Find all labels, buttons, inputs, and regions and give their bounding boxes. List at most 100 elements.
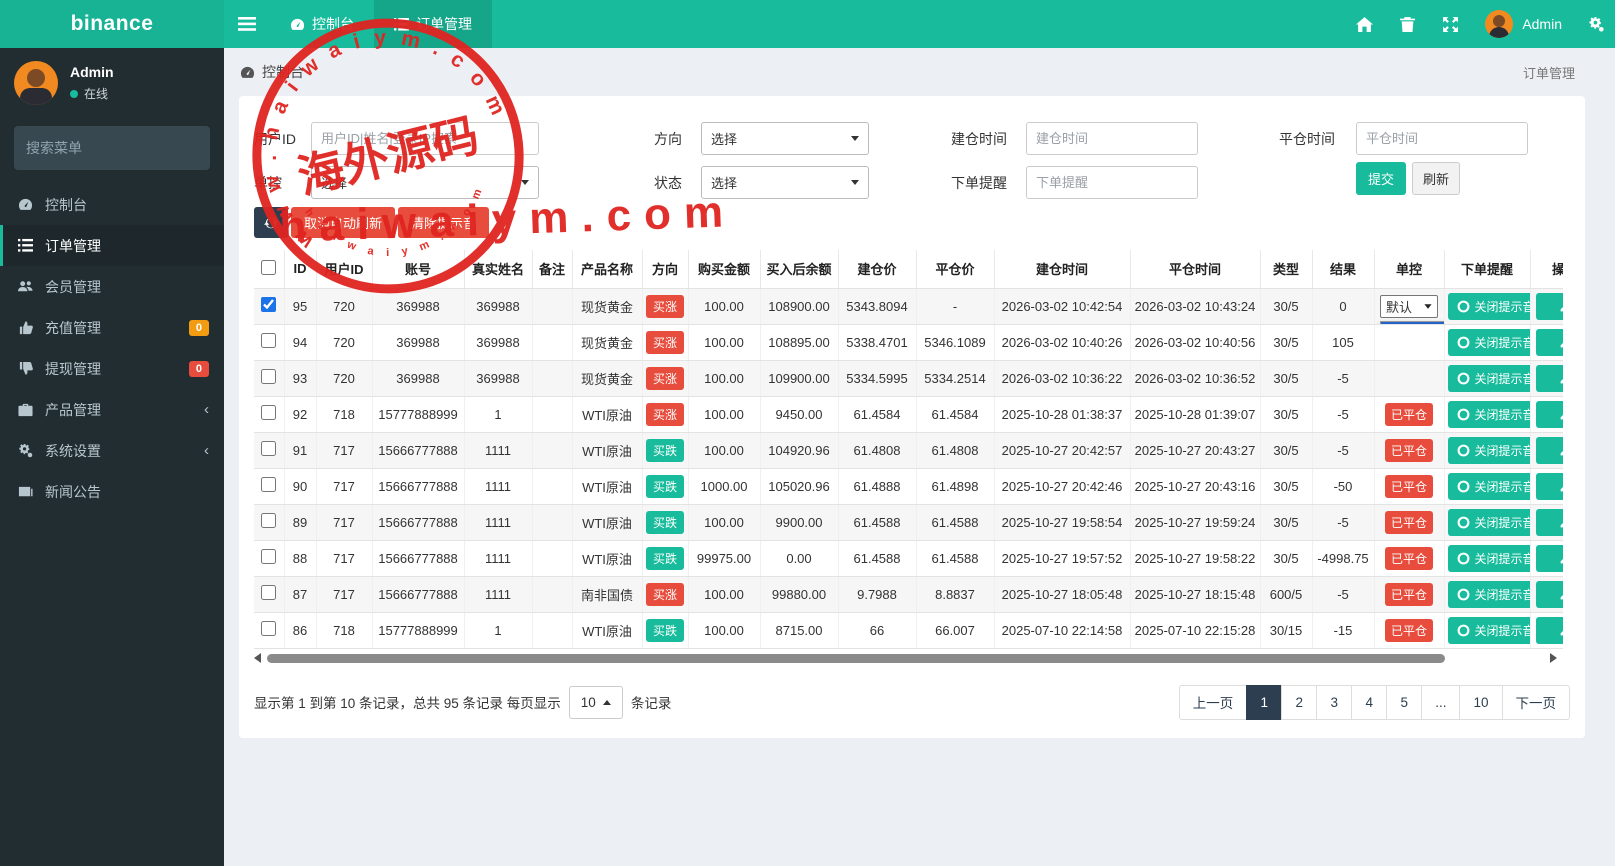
page-button-3[interactable]: 3	[1316, 684, 1353, 720]
filter-form: 用户ID 单控 选择 方向 选择 状态 选择 建仓时间 下单提醒 平仓时间 提交…	[254, 109, 1570, 201]
horizontal-scrollbar[interactable]	[254, 652, 1563, 665]
submit-button[interactable]: 提交	[1356, 162, 1406, 195]
settings-gears-icon[interactable]	[1588, 16, 1605, 33]
control-select[interactable]: 选择	[311, 166, 539, 199]
userid-search-input[interactable]	[311, 122, 539, 155]
breadcrumb[interactable]: 控制台	[240, 62, 304, 82]
edit-order-button[interactable]	[1536, 364, 1563, 392]
page-size-select[interactable]: 10	[568, 685, 623, 719]
edit-order-button[interactable]	[1536, 400, 1563, 428]
cell-product: 现货黄金	[572, 360, 643, 397]
scrollbar-thumb[interactable]	[267, 653, 1445, 663]
page-button-...[interactable]: ...	[1421, 684, 1461, 720]
clear-sound-button[interactable]: 清除提示音	[398, 207, 490, 238]
cell-after: 9450.00	[760, 396, 839, 433]
opentime-input[interactable]	[1026, 122, 1198, 155]
edit-order-button[interactable]	[1536, 580, 1563, 608]
row-checkbox[interactable]	[261, 405, 277, 420]
page-button-5[interactable]: 5	[1386, 684, 1423, 720]
sidebar-item-会员管理[interactable]: 会员管理	[0, 266, 224, 307]
sidebar-item-系统设置[interactable]: 系统设置 ‹	[0, 430, 224, 471]
scroll-left-arrow-icon[interactable]	[254, 653, 261, 663]
edit-order-button[interactable]	[1536, 508, 1563, 536]
row-select-cell	[254, 540, 285, 577]
row-checkbox[interactable]	[261, 585, 277, 600]
close-sound-button[interactable]: 关闭提示音	[1447, 364, 1529, 392]
row-checkbox[interactable]	[261, 513, 277, 528]
close-sound-button[interactable]: 关闭提示音	[1447, 544, 1529, 572]
direction-select[interactable]: 选择	[701, 122, 869, 155]
row-checkbox[interactable]	[261, 621, 277, 636]
row-control-select[interactable]: 默认	[1380, 294, 1438, 318]
sidebar-item-新闻公告[interactable]: 新闻公告	[0, 471, 224, 512]
sidebar: Admin 在线 控制台订单管理会员管理充值管理 0 提现管理 0 产品管理 ‹ 系统设置 ‹…	[0, 48, 224, 866]
fullscreen-icon[interactable]	[1442, 16, 1459, 33]
close-sound-button[interactable]: 关闭提示音	[1447, 400, 1529, 428]
row-checkbox[interactable]	[261, 333, 277, 348]
orderalert-input[interactable]	[1026, 166, 1198, 199]
table-toolbar: 取消自动刷新 清除提示音	[254, 207, 1570, 238]
user-menu[interactable]: Admin	[1485, 10, 1562, 38]
close-sound-button[interactable]: 关闭提示音	[1447, 328, 1529, 356]
page-button-10[interactable]: 10	[1459, 684, 1503, 720]
tab-orders[interactable]: 订单管理	[374, 0, 492, 48]
cell-amount: 100.00	[688, 576, 761, 613]
cell-product: WTI原油	[572, 468, 643, 505]
pagination: 上一页 1 2 3 4 5... 10 下一页	[1178, 684, 1570, 720]
close-sound-button[interactable]: 关闭提示音	[1447, 472, 1530, 500]
refresh-button[interactable]: 刷新	[1412, 162, 1460, 195]
edit-order-button[interactable]	[1536, 616, 1563, 644]
refresh-table-button[interactable]	[254, 207, 288, 238]
sidebar-item-订单管理[interactable]: 订单管理	[0, 225, 224, 266]
sidebar-user-panel: Admin 在线	[0, 48, 224, 118]
row-control-value: 默认	[1386, 299, 1413, 315]
tab-dashboard[interactable]: 控制台	[270, 0, 374, 48]
status-select[interactable]: 选择	[701, 166, 869, 199]
sidebar-item-产品管理[interactable]: 产品管理 ‹	[0, 389, 224, 430]
cell-ctime: 2025-10-27 19:59:24	[1130, 504, 1261, 541]
close-sound-button[interactable]: 关闭提示音	[1447, 508, 1529, 536]
cell-product: WTI原油	[572, 504, 643, 541]
row-checkbox[interactable]	[261, 441, 277, 456]
edit-order-button[interactable]	[1536, 328, 1563, 356]
sidebar-toggle-button[interactable]	[224, 0, 270, 48]
trash-icon[interactable]	[1399, 16, 1416, 33]
sidebar-item-充值管理[interactable]: 充值管理 0	[0, 307, 224, 348]
sidebar-item-控制台[interactable]: 控制台	[0, 184, 224, 225]
row-checkbox[interactable]	[261, 369, 277, 384]
page-button-4[interactable]: 4	[1351, 684, 1388, 720]
cell-account: 15666777888	[372, 540, 465, 577]
close-sound-button[interactable]: 关闭提示音	[1447, 616, 1529, 644]
user-avatar	[1485, 10, 1514, 38]
cancel-autorefresh-button[interactable]: 取消自动刷新	[291, 207, 396, 238]
thumbs-up-icon	[19, 321, 33, 335]
close-sound-button[interactable]: 关闭提示音	[1447, 292, 1529, 320]
sidebar-user-name: Admin	[70, 64, 114, 80]
edit-order-button[interactable]	[1536, 436, 1563, 464]
direction-select-value: 选择	[711, 132, 738, 147]
page-button-下一页[interactable]: 下一页	[1501, 684, 1570, 720]
edit-order-button[interactable]	[1536, 292, 1563, 320]
row-checkbox[interactable]	[261, 297, 277, 312]
page-button-1[interactable]: 1	[1246, 684, 1283, 720]
menu-search-input[interactable]	[26, 140, 207, 156]
closetime-input[interactable]	[1356, 122, 1528, 155]
cell-uid: 720	[316, 360, 373, 397]
sidebar-item-提现管理[interactable]: 提现管理 0	[0, 348, 224, 389]
scroll-right-arrow-icon[interactable]	[1550, 653, 1557, 663]
cell-otime: 2025-10-27 20:42:46	[994, 468, 1131, 505]
row-checkbox[interactable]	[261, 477, 277, 492]
edit-order-button[interactable]	[1536, 544, 1563, 572]
row-checkbox[interactable]	[261, 549, 277, 564]
close-sound-label: 关闭提示音	[1474, 479, 1530, 494]
home-icon[interactable]	[1356, 16, 1374, 33]
cell-open: 5334.5995	[838, 360, 917, 397]
edit-order-button[interactable]	[1536, 472, 1563, 500]
cell-amount: 99975.00	[688, 540, 761, 577]
page-button-上一页[interactable]: 上一页	[1178, 684, 1248, 720]
close-sound-button[interactable]: 关闭提示音	[1447, 580, 1529, 608]
closed-badge: 已平仓	[1384, 474, 1433, 498]
select-all-checkbox[interactable]	[261, 259, 277, 275]
page-button-2[interactable]: 2	[1281, 684, 1318, 720]
close-sound-button[interactable]: 关闭提示音	[1447, 436, 1529, 464]
